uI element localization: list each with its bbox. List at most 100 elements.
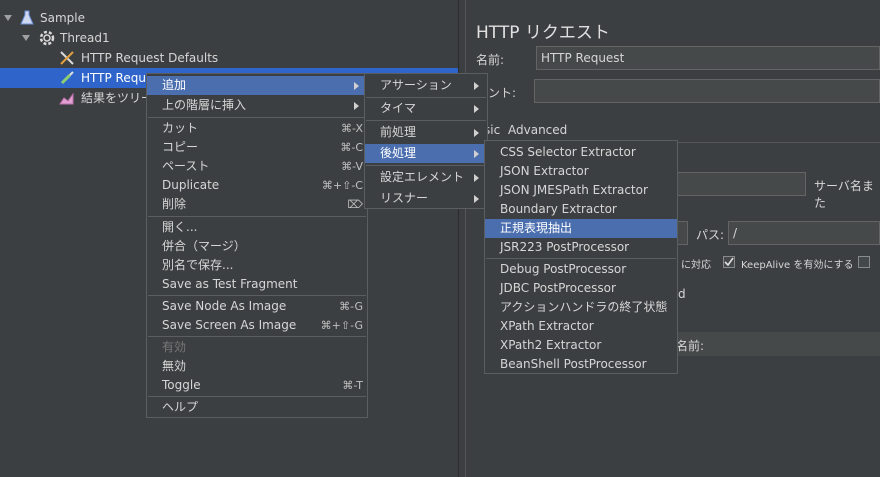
- menu-item-save-as[interactable]: 別名で保存...: [147, 256, 367, 275]
- shortcut-label: ⌘+⇧-G: [320, 319, 363, 332]
- menu-item-result-status-action-handler[interactable]: アクションハンドラの終了状態: [485, 298, 677, 317]
- partial-text: d: [678, 287, 686, 301]
- menu-item-label: 設定エレメント: [380, 170, 465, 184]
- menu-item-save-screen-image[interactable]: Save Screen As Image ⌘+⇧-G: [147, 316, 367, 335]
- menu-item-label: XPath2 Extractor: [500, 338, 602, 352]
- menu-item-post-processors[interactable]: 後処理: [365, 144, 487, 163]
- menu-item-beanshell-postprocessor[interactable]: BeanShell PostProcessor: [485, 355, 677, 374]
- menu-item-label: 追加: [162, 78, 187, 92]
- panel-splitter[interactable]: [458, 0, 466, 477]
- path-input[interactable]: /: [728, 221, 880, 245]
- menu-item-label: 後処理: [380, 146, 417, 160]
- menu-item-merge[interactable]: 併合（マージ）: [147, 237, 367, 256]
- shortcut-label: ⌘-G: [339, 300, 363, 313]
- tree-node-thread1[interactable]: Thread1: [0, 28, 458, 48]
- menu-item-label: Duplicate: [162, 178, 220, 192]
- expand-triangle-icon[interactable]: [22, 35, 30, 41]
- menu-item-cut[interactable]: カット ⌘-X: [147, 119, 367, 138]
- menu-item-label: Toggle: [162, 378, 201, 392]
- server-input[interactable]: [676, 172, 806, 196]
- expand-triangle-icon[interactable]: [4, 15, 12, 21]
- menu-item-save-as-test-fragment[interactable]: Save as Test Fragment: [147, 275, 367, 294]
- post-processor-submenu: CSS Selector Extractor JSON Extractor JS…: [484, 140, 678, 374]
- submenu-arrow-icon: [474, 105, 479, 113]
- menu-item-debug-postprocessor[interactable]: Debug PostProcessor: [485, 260, 677, 279]
- menu-separator: [148, 336, 366, 337]
- menu-item-save-node-image[interactable]: Save Node As Image ⌘-G: [147, 297, 367, 316]
- menu-item-label: 開く...: [162, 220, 198, 234]
- keepalive-checkbox[interactable]: [723, 256, 735, 268]
- multipart-checkbox[interactable]: [858, 256, 870, 268]
- submenu-arrow-icon: [474, 174, 479, 182]
- keepalive-label: KeepAlive を有効にする: [741, 260, 854, 271]
- menu-item-label: 併合（マージ）: [162, 239, 246, 253]
- menu-item-add[interactable]: 追加: [147, 76, 367, 95]
- menu-item-label: アクションハンドラの終了状態: [500, 300, 668, 314]
- menu-separator: [366, 120, 486, 121]
- menu-item-xpath2-extractor[interactable]: XPath2 Extractor: [485, 336, 677, 355]
- path-label: パス:: [696, 228, 725, 242]
- menu-item-pre-processors[interactable]: 前処理: [365, 123, 487, 142]
- menu-item-regex-extractor[interactable]: 正規表現抽出: [485, 219, 677, 238]
- add-submenu: アサーション タイマ 前処理 後処理 設定エレメント リスナー: [364, 73, 488, 209]
- menu-item-label: ペースト: [162, 159, 210, 173]
- menu-item-json-jmespath-extractor[interactable]: JSON JMESPath Extractor: [485, 181, 677, 200]
- menu-item-label: XPath Extractor: [500, 319, 594, 333]
- menu-item-label: Debug PostProcessor: [500, 262, 627, 276]
- menu-item-delete[interactable]: 削除 ⌦: [147, 195, 367, 214]
- tree-node-sample[interactable]: Sample: [0, 8, 458, 28]
- comment-input[interactable]: [534, 79, 880, 103]
- shortcut-label: ⌘-C: [340, 141, 363, 154]
- menu-item-jsr223-postprocessor[interactable]: JSR223 PostProcessor: [485, 238, 677, 257]
- chart-icon: [59, 92, 74, 105]
- menu-item-jdbc-postprocessor[interactable]: JDBC PostProcessor: [485, 279, 677, 298]
- menu-item-label: Save as Test Fragment: [162, 277, 298, 291]
- panel-title: HTTP リクエスト: [476, 23, 610, 43]
- context-menu: 追加 上の階層に挿入 カット ⌘-X コピー ⌘-C ペースト ⌘-V Duplica…: [146, 73, 368, 418]
- submenu-arrow-icon: [474, 150, 479, 158]
- menu-item-css-selector-extractor[interactable]: CSS Selector Extractor: [485, 143, 677, 162]
- menu-item-copy[interactable]: コピー ⌘-C: [147, 138, 367, 157]
- menu-item-label: アサーション: [380, 78, 452, 92]
- flask-icon: [20, 10, 34, 25]
- menu-item-paste[interactable]: ペースト ⌘-V: [147, 157, 367, 176]
- shortcut-label: ⌘+⇧-C: [321, 179, 363, 192]
- menu-item-label: コピー: [162, 140, 199, 154]
- menu-item-duplicate[interactable]: Duplicate ⌘+⇧-C: [147, 176, 367, 195]
- tree-node-label: 結果をツリー: [81, 91, 154, 105]
- menu-item-open[interactable]: 開く...: [147, 218, 367, 237]
- menu-item-xpath-extractor[interactable]: XPath Extractor: [485, 317, 677, 336]
- menu-item-insert-parent[interactable]: 上の階層に挿入: [147, 96, 367, 115]
- server-label: サーバ名また: [814, 179, 874, 210]
- menu-item-help[interactable]: ヘルプ: [147, 398, 367, 417]
- menu-separator: [148, 396, 366, 397]
- shortcut-label: ⌘-T: [342, 379, 363, 392]
- menu-separator: [366, 165, 486, 166]
- menu-separator: [148, 117, 366, 118]
- menu-item-toggle[interactable]: Toggle ⌘-T: [147, 376, 367, 395]
- menu-item-boundary-extractor[interactable]: Boundary Extractor: [485, 200, 677, 219]
- menu-separator: [148, 295, 366, 296]
- tab-advanced[interactable]: Advanced: [508, 123, 567, 137]
- menu-item-config-elements[interactable]: 設定エレメント: [365, 168, 487, 187]
- menu-item-label: 無効: [162, 359, 187, 373]
- submenu-arrow-icon: [474, 129, 479, 137]
- menu-item-listeners[interactable]: リスナー: [365, 189, 487, 208]
- pipette-icon: [60, 71, 74, 85]
- menu-item-label: 削除: [162, 197, 187, 211]
- menu-item-label: JSON JMESPath Extractor: [500, 183, 648, 197]
- menu-item-enable: 有効: [147, 338, 367, 357]
- menu-item-timer[interactable]: タイマ: [365, 99, 487, 118]
- name-column-header: 名前:: [676, 339, 705, 353]
- menu-item-label: CSS Selector Extractor: [500, 145, 636, 159]
- delete-key-icon: ⌦: [347, 198, 363, 211]
- name-input[interactable]: HTTP Request: [536, 46, 880, 70]
- menu-item-label: 正規表現抽出: [500, 221, 573, 235]
- menu-item-label: JSR223 PostProcessor: [500, 240, 630, 254]
- menu-item-assertions[interactable]: アサーション: [365, 76, 487, 95]
- tree-node-label: HTTP Request Defaults: [81, 51, 219, 65]
- menu-item-disable[interactable]: 無効: [147, 357, 367, 376]
- menu-item-json-extractor[interactable]: JSON Extractor: [485, 162, 677, 181]
- tree-node-http-request-defaults[interactable]: HTTP Request Defaults: [0, 48, 458, 68]
- submenu-arrow-icon: [354, 82, 359, 90]
